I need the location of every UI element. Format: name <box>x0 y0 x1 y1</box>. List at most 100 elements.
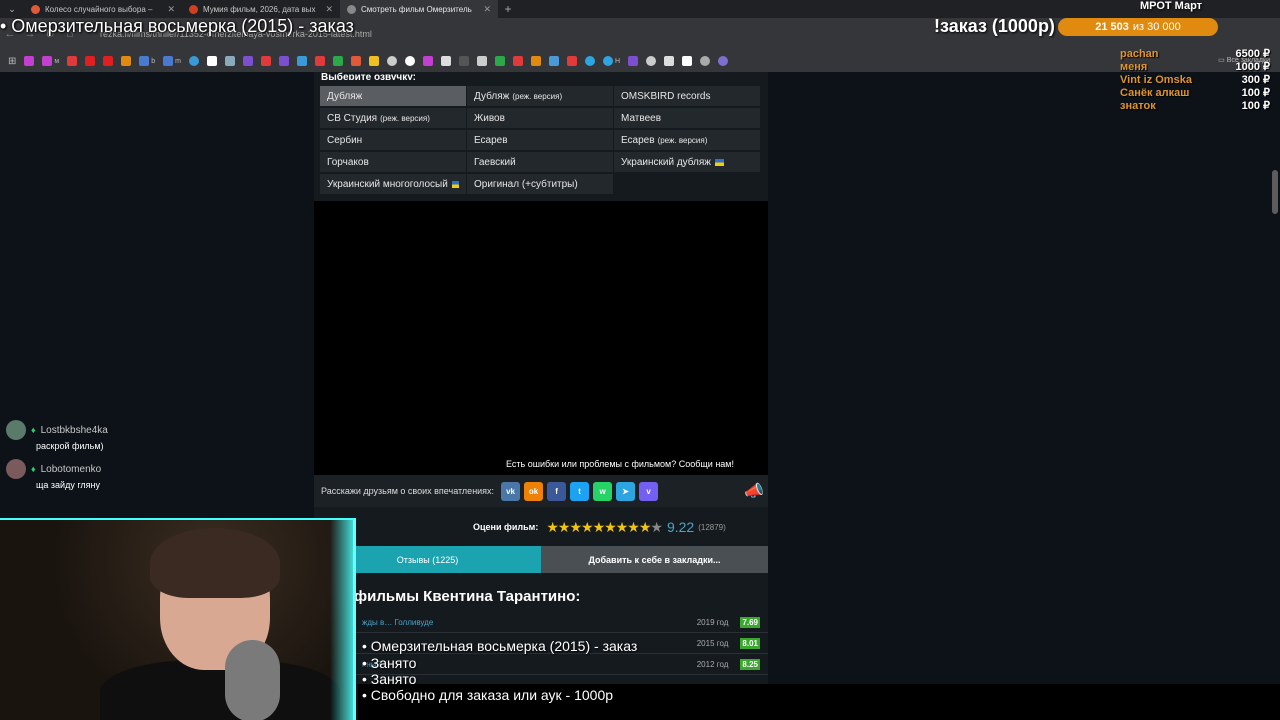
bookmark-icon[interactable] <box>24 56 35 66</box>
bookmark-icon[interactable] <box>350 56 361 66</box>
voice-option[interactable]: Дубляж (реж. версия) <box>467 86 613 106</box>
bookmark-icon[interactable] <box>664 56 675 66</box>
telegram-bookmark-icon[interactable] <box>584 56 595 66</box>
voice-selector: Дубляж Дубляж (реж. версия) OMSKBIRD record… <box>320 86 762 194</box>
bookmark-icon[interactable] <box>718 56 729 66</box>
youtube-bookmark-icon[interactable] <box>85 56 96 66</box>
bookmark-label[interactable]: m <box>175 58 181 65</box>
voice-option[interactable]: Оригинал (+субтитры) <box>467 174 613 194</box>
page-scrollbar[interactable] <box>1272 170 1278 214</box>
bookmark-icon[interactable] <box>512 56 523 66</box>
voice-option[interactable]: Украинский многоголосый <box>320 174 466 194</box>
voice-option[interactable]: Живов <box>467 108 613 128</box>
close-icon[interactable]: ✕ <box>167 4 175 15</box>
voice-option[interactable]: Есарев (реж. версия) <box>614 130 760 150</box>
avatar[interactable] <box>6 459 26 479</box>
donor-amount: 100 ₽ <box>1241 100 1270 112</box>
voice-option[interactable]: CB Студия (реж. версия) <box>320 108 466 128</box>
bookmark-icon[interactable] <box>440 56 451 66</box>
bookmark-icon[interactable] <box>458 56 469 66</box>
voice-option[interactable]: Горчаков <box>320 152 466 172</box>
star-icon[interactable]: ★ <box>581 519 594 536</box>
star-icon[interactable]: ★ <box>546 519 559 536</box>
bookmark-icon[interactable] <box>224 56 235 66</box>
megaphone-icon[interactable]: 📣 <box>744 481 764 501</box>
bookmark-label[interactable]: Н <box>615 58 620 65</box>
odnoklassniki-icon[interactable]: ok <box>524 481 544 501</box>
star-icon[interactable]: ★ <box>650 519 663 536</box>
bookmark-icon[interactable] <box>332 56 343 66</box>
voice-option[interactable]: Матвеев <box>614 108 760 128</box>
new-tab-button[interactable]: + <box>498 2 518 16</box>
rating-stars[interactable]: ★ ★ ★ ★ ★ ★ ★ ★ ★ ★ <box>546 519 663 536</box>
telegram-bookmark-icon[interactable] <box>602 56 613 66</box>
add-bookmark-button[interactable]: Добавить к себе в закладки... <box>541 546 768 573</box>
close-icon[interactable]: ✕ <box>483 4 491 15</box>
report-problem-link[interactable]: Есть ошибки или проблемы с фильмом? Сооб… <box>506 459 734 469</box>
viber-icon[interactable]: v <box>639 481 659 501</box>
bookmark-icon[interactable] <box>296 56 307 66</box>
bookmark-icon[interactable] <box>368 56 379 66</box>
bookmark-icon[interactable] <box>188 56 199 66</box>
bookmark-icon[interactable] <box>530 56 541 66</box>
chat-message: ♦ Lostbkbshe4ka раскрой фильм) <box>6 420 296 451</box>
mail-bookmark-icon[interactable] <box>121 56 132 66</box>
film-row[interactable]: жды в… Голливуде 2019 год 7.69 <box>314 612 768 633</box>
voice-option[interactable]: Дубляж <box>320 86 466 106</box>
bookmark-icon[interactable] <box>548 56 559 66</box>
queue-line: • Занято <box>362 655 417 671</box>
star-icon[interactable]: ★ <box>616 519 629 536</box>
telegram-icon[interactable]: ➤ <box>616 481 636 501</box>
close-icon[interactable]: ✕ <box>325 4 333 15</box>
bookmark-icon[interactable] <box>386 56 397 66</box>
bookmark-icon[interactable] <box>404 56 415 66</box>
star-icon[interactable]: ★ <box>604 519 617 536</box>
bookmark-label[interactable]: м <box>54 58 59 65</box>
bookmark-icon[interactable] <box>494 56 505 66</box>
star-icon[interactable]: ★ <box>558 519 571 536</box>
globe-bookmark-icon[interactable] <box>646 56 657 66</box>
bookmark-icon[interactable] <box>139 56 150 66</box>
bookmark-icon[interactable] <box>700 56 711 66</box>
voice-option[interactable]: OMSKBIRD records <box>614 86 760 106</box>
bookmark-icon[interactable] <box>476 56 487 66</box>
bookmark-icon[interactable] <box>163 56 174 66</box>
twitch-bookmark-icon[interactable] <box>242 56 253 66</box>
bookmark-icon[interactable] <box>260 56 271 66</box>
whatsapp-icon[interactable]: w <box>593 481 613 501</box>
browser-tab[interactable]: Смотреть фильм Омерзитель ✕ <box>340 0 498 18</box>
voice-option[interactable]: Гаевский <box>467 152 613 172</box>
voice-option[interactable]: Есарев <box>467 130 613 150</box>
vk-icon[interactable]: vk <box>501 481 521 501</box>
queue-line: • Свободно для заказа или аук - 1000р <box>362 687 614 703</box>
voice-option[interactable]: Украинский дубляж <box>614 152 760 172</box>
star-icon[interactable]: ★ <box>569 519 582 536</box>
bookmark-icon[interactable] <box>628 56 639 66</box>
chat-username[interactable]: Lobotomenko <box>41 464 102 475</box>
bookmark-icon[interactable] <box>682 56 693 66</box>
apps-grid-icon[interactable]: ⊞ <box>8 56 16 67</box>
bookmark-icon[interactable] <box>422 56 433 66</box>
youtube-bookmark-icon[interactable] <box>103 56 114 66</box>
film-title[interactable]: жды в… Голливуде <box>362 618 697 627</box>
avatar[interactable] <box>6 420 26 440</box>
voice-label: Украинский дубляж <box>621 156 711 168</box>
screen: { "browser": { "tabs": [ {"title": "Коле… <box>0 0 1280 720</box>
tab-search-chevron-icon[interactable]: ⌄ <box>0 4 24 15</box>
facebook-icon[interactable]: f <box>547 481 567 501</box>
twitter-icon[interactable]: t <box>570 481 590 501</box>
star-icon[interactable]: ★ <box>593 519 606 536</box>
bookmark-label[interactable]: b <box>151 58 155 65</box>
bookmark-icon[interactable] <box>566 56 577 66</box>
voice-option[interactable]: Сербин <box>320 130 466 150</box>
bookmark-icon[interactable] <box>278 56 289 66</box>
chat-username[interactable]: Lostbkbshe4ka <box>41 425 108 436</box>
star-icon[interactable]: ★ <box>627 519 640 536</box>
bookmark-icon[interactable] <box>42 56 53 66</box>
bookmark-icon[interactable] <box>314 56 325 66</box>
bookmark-icon[interactable] <box>206 56 217 66</box>
star-icon[interactable]: ★ <box>639 519 652 536</box>
video-player[interactable]: Есть ошибки или проблемы с фильмом? Сооб… <box>314 201 768 475</box>
donor-name: знаток <box>1120 100 1156 112</box>
bookmark-icon[interactable] <box>67 56 78 66</box>
